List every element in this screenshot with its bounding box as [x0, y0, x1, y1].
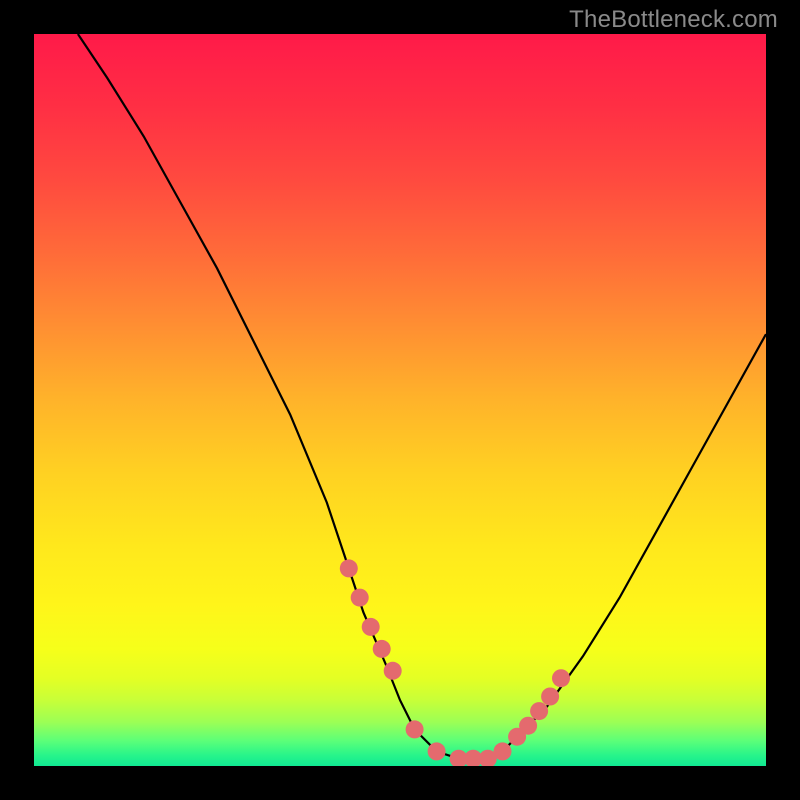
highlight-dot — [530, 702, 548, 720]
highlight-dot — [552, 669, 570, 687]
chart-svg — [34, 34, 766, 766]
bottleneck-curve — [78, 34, 766, 759]
highlight-dot — [373, 640, 391, 658]
highlight-dot — [428, 742, 446, 760]
highlight-dots — [340, 559, 570, 766]
highlight-dot — [340, 559, 358, 577]
highlight-dot — [384, 662, 402, 680]
highlight-dot — [541, 688, 559, 706]
highlight-dot — [362, 618, 380, 636]
plot-area — [34, 34, 766, 766]
highlight-dot — [519, 717, 537, 735]
highlight-dot — [351, 589, 369, 607]
watermark-text: TheBottleneck.com — [569, 6, 778, 34]
chart-frame: TheBottleneck.com — [0, 0, 800, 800]
highlight-dot — [406, 720, 424, 738]
highlight-dot — [494, 742, 512, 760]
